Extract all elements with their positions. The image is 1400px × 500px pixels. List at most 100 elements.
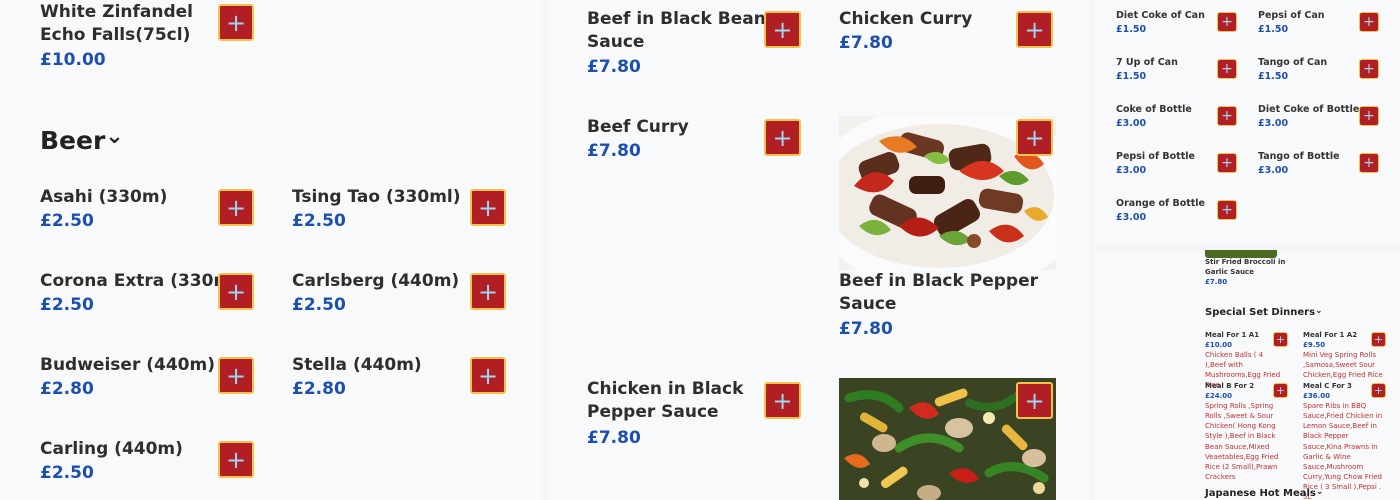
menu-item-name: Beef in Black Bean Sauce: [587, 9, 766, 53]
menu-item-name: Beef in Black Pepper Sauce: [839, 271, 1038, 315]
menu-item-name: Chicken Curry: [839, 9, 973, 29]
menu-item-name: Tsing Tao (330ml): [292, 187, 461, 207]
menu-item-price: £7.80: [839, 319, 893, 339]
add-to-cart-button[interactable]: +: [470, 357, 506, 394]
plus-icon: +: [772, 15, 793, 44]
drink-item-price: £1.50: [1258, 24, 1289, 35]
plus-icon: +: [1221, 108, 1233, 124]
add-to-cart-button[interactable]: +: [1371, 383, 1386, 398]
menu-item-price: £7.80: [587, 141, 641, 161]
drink-item-name: Tango of Can: [1258, 57, 1328, 68]
plus-icon: +: [225, 277, 247, 306]
drink-item-name: Pepsi of Can: [1258, 10, 1325, 21]
plus-icon: +: [1024, 15, 1045, 44]
add-to-cart-button[interactable]: +: [1371, 332, 1386, 347]
menu-item-name: Meal For 1 A1: [1205, 331, 1260, 339]
drink-item-name: Tango of Bottle: [1258, 151, 1340, 162]
add-to-cart-button[interactable]: +: [218, 357, 254, 394]
category-title: Japanese Hot Meals: [1205, 488, 1316, 499]
add-to-cart-button[interactable]: +: [1359, 59, 1379, 79]
menu-item-description: Spare Ribs in BBQ Sauce,Fried Chicken in…: [1303, 402, 1383, 500]
menu-item-price: £2.50: [40, 295, 94, 315]
menu-item-price: £2.50: [40, 463, 94, 483]
plus-icon: +: [477, 277, 499, 306]
menu-item-name: Meal B For 2: [1205, 382, 1255, 390]
add-to-cart-button[interactable]: +: [1016, 11, 1053, 48]
add-to-cart-button[interactable]: +: [1217, 153, 1237, 173]
plus-icon: +: [1363, 61, 1375, 77]
add-to-cart-button[interactable]: +: [218, 4, 254, 41]
dish-photo-broccoli: [1205, 250, 1277, 258]
drink-item-price: £1.50: [1258, 71, 1289, 82]
add-to-cart-button[interactable]: +: [218, 441, 254, 478]
plus-icon: +: [477, 361, 499, 390]
left-menu-panel: White Zinfandel Echo Falls(75cl) £10.00 …: [0, 0, 543, 500]
add-to-cart-button[interactable]: +: [1273, 383, 1288, 398]
add-to-cart-button[interactable]: +: [1359, 153, 1379, 173]
plus-icon: +: [1221, 155, 1233, 171]
plus-icon: +: [1024, 123, 1045, 152]
add-to-cart-button[interactable]: +: [1217, 200, 1237, 220]
add-to-cart-button[interactable]: +: [1273, 332, 1288, 347]
menu-item-name: White Zinfandel Echo Falls(75cl): [40, 2, 194, 46]
menu-item-price: £24.00: [1205, 392, 1233, 400]
drink-item-price: £3.00: [1116, 212, 1147, 223]
menu-item-price: £7.80: [1205, 278, 1228, 286]
drink-item-price: £3.00: [1116, 165, 1147, 176]
add-to-cart-button[interactable]: +: [1217, 12, 1237, 32]
menu-item-name: Beef Curry: [587, 117, 689, 137]
add-to-cart-button[interactable]: +: [1359, 12, 1379, 32]
add-to-cart-button[interactable]: +: [1016, 382, 1053, 419]
menu-item-name: Carlsberg (440m): [292, 271, 460, 291]
menu-item-price: £7.80: [587, 428, 641, 448]
menu-item-name: Corona Extra (330ml): [40, 271, 220, 291]
menu-item-price: £10.00: [1205, 341, 1233, 349]
menu-item-description: Spring Rolls ,Spring Rolls ,Sweet & Sour…: [1205, 402, 1279, 481]
category-heading-beer[interactable]: Beer⌄: [40, 124, 124, 155]
menu-item-name: Carling (440m): [40, 439, 183, 459]
menu-item-name: Stir Fried Broccoli in Garlic Sauce: [1205, 258, 1286, 276]
plus-icon: +: [1363, 14, 1375, 30]
category-heading-japanese-hot-meals[interactable]: Japanese Hot Meals⌄: [1205, 487, 1324, 499]
menu-item-name: Budweiser (440m): [40, 355, 215, 375]
menu-item-name: Chicken in Black Pepper Sauce: [587, 379, 744, 423]
plus-icon: +: [1363, 155, 1375, 171]
add-to-cart-button[interactable]: +: [1359, 106, 1379, 126]
drink-item-name: Diet Coke of Can: [1116, 10, 1205, 21]
chevron-down-icon: ⌄: [1315, 487, 1324, 497]
menu-item-price: £7.80: [839, 33, 893, 53]
menu-item-price: £2.50: [40, 211, 94, 231]
menu-item-description: Mini Veg Spring Rolls ,Samosa,Sweet Sour…: [1303, 351, 1383, 380]
plus-icon: +: [225, 8, 247, 37]
drink-item-price: £3.00: [1258, 165, 1289, 176]
plus-icon: +: [1024, 386, 1045, 415]
add-to-cart-button[interactable]: +: [218, 189, 254, 226]
menu-item-name: Asahi (330m): [40, 187, 168, 207]
add-to-cart-button[interactable]: +: [470, 273, 506, 310]
drink-item-name: Orange of Bottle: [1116, 198, 1206, 209]
add-to-cart-button[interactable]: +: [764, 382, 801, 419]
plus-icon: +: [772, 386, 793, 415]
plus-icon: +: [225, 445, 247, 474]
set-dinners-panel: Stir Fried Broccoli in Garlic Sauce £7.8…: [1094, 250, 1400, 500]
category-title: Special Set Dinners: [1205, 307, 1316, 318]
menu-item-name: Stella (440m): [292, 355, 422, 375]
plus-icon: +: [477, 193, 499, 222]
menu-item-price: £2.50: [292, 295, 346, 315]
plus-icon: +: [1373, 333, 1384, 346]
add-to-cart-button[interactable]: +: [764, 11, 801, 48]
add-to-cart-button[interactable]: +: [764, 119, 801, 156]
menu-item-name: Meal For 1 A2: [1303, 331, 1358, 339]
drink-item-name: Coke of Bottle: [1116, 104, 1192, 115]
plus-icon: +: [1275, 384, 1286, 397]
add-to-cart-button[interactable]: +: [470, 189, 506, 226]
add-to-cart-button[interactable]: +: [1217, 106, 1237, 126]
add-to-cart-button[interactable]: +: [218, 273, 254, 310]
category-heading-special-set-dinners[interactable]: Special Set Dinners⌄: [1205, 306, 1323, 318]
add-to-cart-button[interactable]: +: [1016, 119, 1053, 156]
drink-item-price: £1.50: [1116, 24, 1147, 35]
add-to-cart-button[interactable]: +: [1217, 59, 1237, 79]
plus-icon: +: [1221, 14, 1233, 30]
menu-item-price: £2.80: [292, 379, 346, 399]
drink-item-price: £3.00: [1116, 118, 1147, 129]
